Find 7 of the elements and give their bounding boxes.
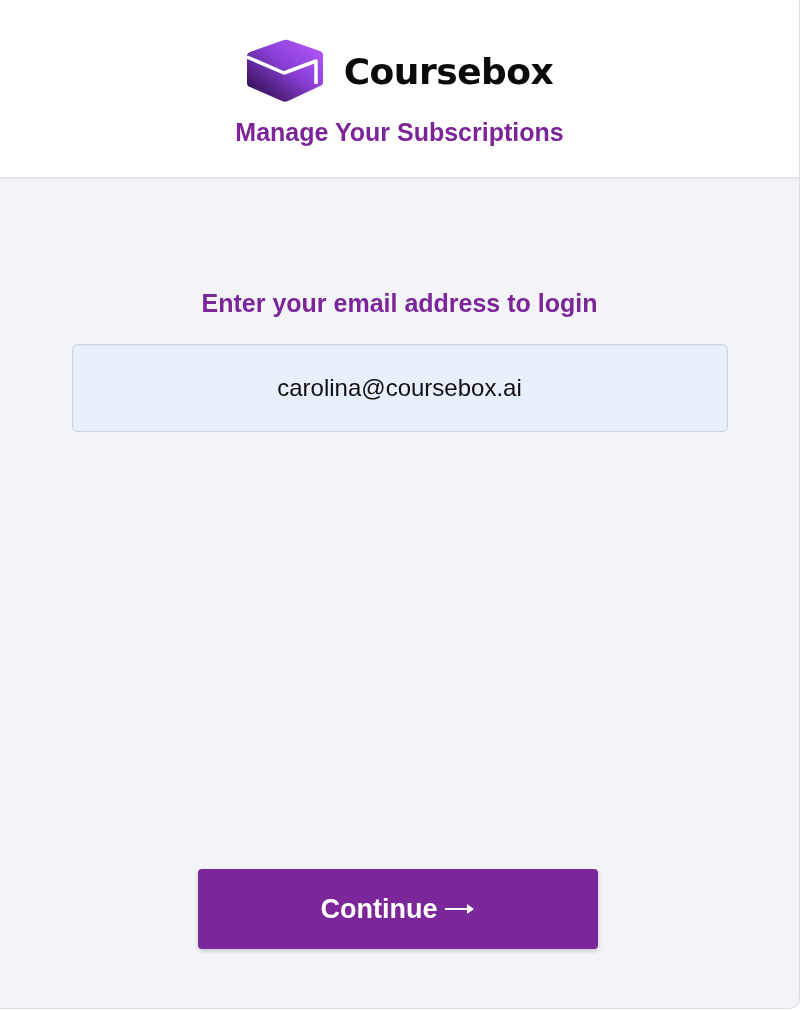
email-field[interactable]: carolina@coursebox.ai	[71, 344, 728, 432]
arrow-icon	[445, 904, 475, 914]
login-prompt: Enter your email address to login	[201, 288, 598, 319]
continue-button[interactable]: Continue	[197, 869, 598, 949]
page-subtitle: Manage Your Subscriptions	[235, 118, 564, 147]
logo-icon	[245, 39, 324, 103]
brand-name: Coursebox	[343, 50, 554, 92]
